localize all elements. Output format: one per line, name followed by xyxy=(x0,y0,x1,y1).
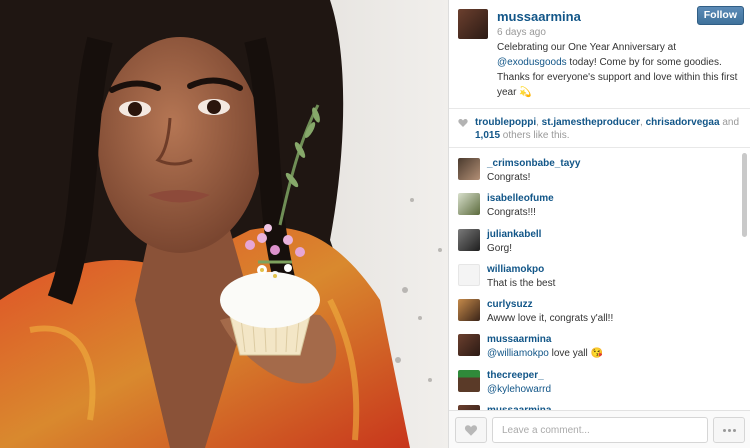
comment-text: @williamokpo love yall 😘 xyxy=(487,348,603,359)
comment-bar xyxy=(449,410,750,448)
caption-mention-link[interactable]: @exodusgoods xyxy=(497,57,567,68)
liker-link-3[interactable]: chrisadorvegaa xyxy=(646,117,720,128)
liker-link-1[interactable]: troublepoppi xyxy=(475,117,536,128)
comment-text-rest: love yall 😘 xyxy=(548,348,603,360)
comment-text: @kylehowarrd xyxy=(487,384,551,395)
comment-text: Gorg! xyxy=(487,242,513,254)
post-caption: Celebrating our One Year Anniversary at … xyxy=(497,40,745,100)
like-button[interactable] xyxy=(455,417,487,443)
commenter-avatar[interactable] xyxy=(458,228,480,251)
caption-text-start: Celebrating our One Year Anniversary at xyxy=(497,42,676,53)
comment-item: juliankabell Gorg! xyxy=(449,221,750,256)
comment-list[interactable]: _crimsonbabe_tayy Congrats! isabelleofum… xyxy=(449,150,750,410)
more-options-button[interactable] xyxy=(713,417,745,443)
post-detail-panel: mussaarmina Follow 6 days ago Celebratin… xyxy=(448,0,750,448)
commenter-avatar[interactable] xyxy=(458,263,480,286)
comment-input[interactable] xyxy=(492,417,708,443)
commenter-username[interactable]: isabelleofume xyxy=(487,193,554,204)
commenter-username[interactable]: thecreeper_ xyxy=(487,370,544,381)
comment-item: mussaarmina xyxy=(449,397,750,410)
likes-and-text: and xyxy=(719,117,740,128)
comment-item: _crimsonbabe_tayy Congrats! xyxy=(449,150,750,185)
commenter-avatar[interactable] xyxy=(458,369,480,392)
owner-username[interactable]: mussaarmina xyxy=(497,9,581,24)
commenter-username[interactable]: juliankabell xyxy=(487,229,541,240)
commenter-username[interactable]: williamokpo xyxy=(487,264,544,275)
post-header: mussaarmina Follow 6 days ago Celebratin… xyxy=(449,0,750,105)
photo-illustration xyxy=(0,0,448,448)
comment-text: Congrats! xyxy=(487,172,531,183)
comment-item: williamokpo That is the best xyxy=(449,256,750,291)
owner-avatar[interactable] xyxy=(458,9,488,39)
commenter-avatar[interactable] xyxy=(458,299,480,322)
heart-icon xyxy=(458,118,468,127)
comment-item: curlysuzz Awww love it, congrats y'all!! xyxy=(449,291,750,326)
comment-text: Congrats!!! xyxy=(487,207,536,219)
post-photo[interactable] xyxy=(0,0,448,448)
comment-item: isabelleofume Congrats!!! xyxy=(449,185,750,220)
comment-text: That is the best xyxy=(487,277,556,289)
commenter-avatar[interactable] xyxy=(458,334,480,357)
comment-text: Awww love it, congrats y'all!! xyxy=(487,313,614,325)
comment-item: mussaarmina @williamokpo love yall 😘 xyxy=(449,326,750,361)
likes-others-count[interactable]: 1,015 xyxy=(475,130,500,141)
comment-mention-link[interactable]: @williamokpo xyxy=(487,348,549,359)
comment-item: thecreeper_ @kylehowarrd xyxy=(449,362,750,397)
commenter-avatar[interactable] xyxy=(458,193,480,216)
liker-link-2[interactable]: st.jamestheproducer xyxy=(542,117,640,128)
sparkle-emoji: 💫 xyxy=(519,87,532,98)
post-timestamp[interactable]: 6 days ago xyxy=(497,27,546,38)
likes-others-text: others like this. xyxy=(500,130,570,141)
likes-summary: troublepoppi, st.jamestheproducer, chris… xyxy=(449,108,750,148)
commenter-username[interactable]: mussaarmina xyxy=(487,334,551,345)
commenter-avatar[interactable] xyxy=(458,158,480,180)
comment-mention-link[interactable]: @kylehowarrd xyxy=(487,384,551,395)
ellipsis-icon xyxy=(722,428,736,432)
heart-icon xyxy=(464,424,478,436)
comments-scrollbar[interactable] xyxy=(742,153,747,237)
commenter-username[interactable]: curlysuzz xyxy=(487,299,533,310)
commenter-username[interactable]: _crimsonbabe_tayy xyxy=(487,158,580,169)
follow-button[interactable]: Follow xyxy=(696,6,744,25)
